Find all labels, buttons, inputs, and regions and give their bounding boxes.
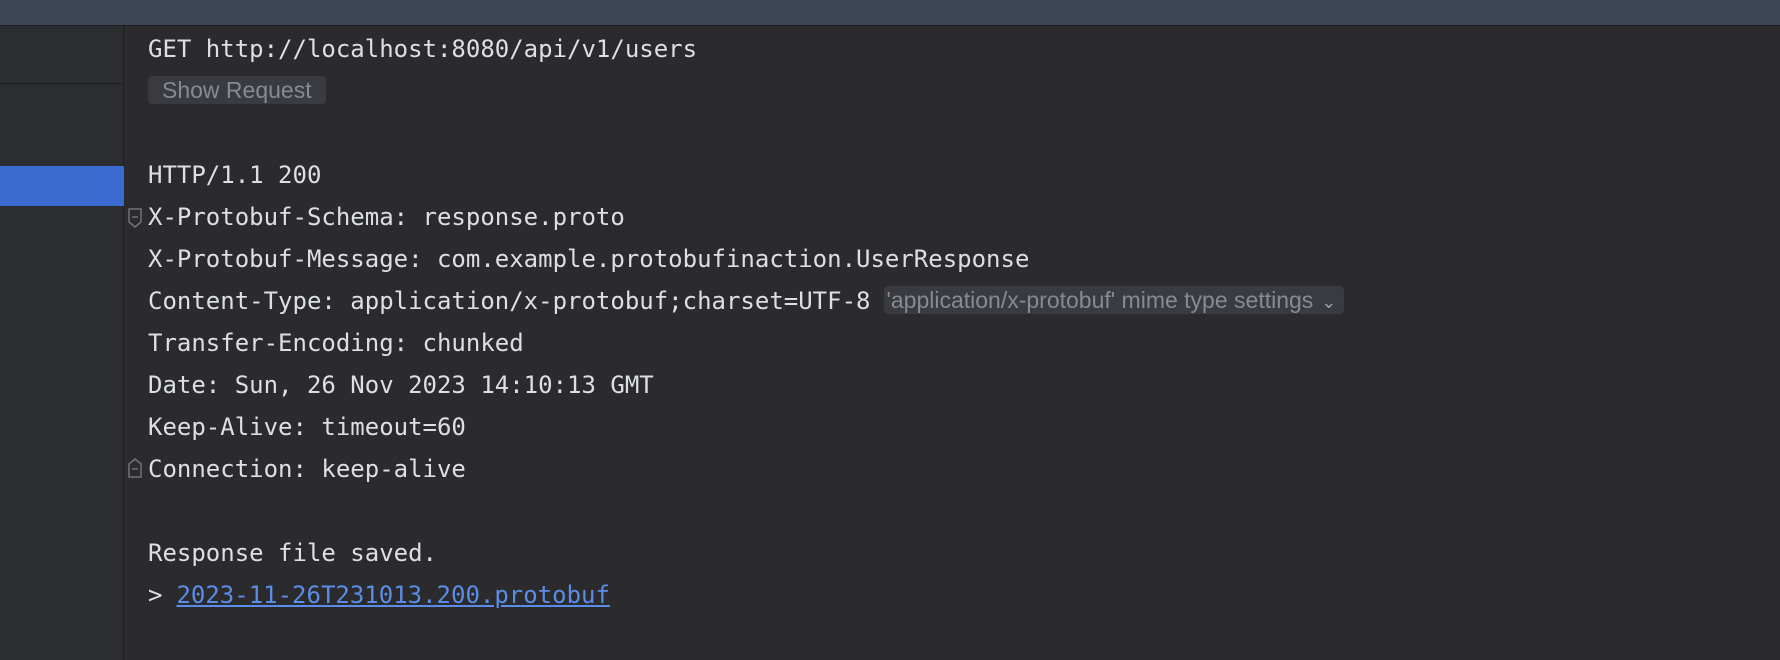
header-transfer-encoding: Transfer-Encoding: chunked — [148, 329, 524, 357]
header-keep-alive: Keep-Alive: timeout=60 — [148, 413, 466, 441]
show-request-button[interactable]: Show Request — [148, 76, 326, 104]
header-x-protobuf-message: X-Protobuf-Message: com.example.protobuf… — [148, 245, 1030, 273]
mime-type-settings-button[interactable]: 'application/x-protobuf' mime type setti… — [884, 286, 1345, 314]
header-x-protobuf-schema: X-Protobuf-Schema: response.proto — [148, 203, 625, 231]
request-history-panel — [0, 26, 124, 660]
selected-history-item[interactable] — [0, 166, 124, 206]
response-saved-message: Response file saved. — [148, 539, 437, 567]
header-date: Date: Sun, 26 Nov 2023 14:10:13 GMT — [148, 371, 654, 399]
header-connection: Connection: keep-alive — [148, 455, 466, 483]
fold-end-icon[interactable] — [126, 457, 144, 479]
panel-divider — [0, 83, 124, 84]
mime-type-settings-label: 'application/x-protobuf' mime type setti… — [886, 287, 1314, 313]
window-title-strip — [0, 0, 1780, 26]
expand-arrow-icon[interactable]: > — [148, 581, 162, 609]
header-content-type: Content-Type: application/x-protobuf;cha… — [148, 280, 1345, 322]
saved-file-link[interactable]: 2023-11-26T231013.200.protobuf — [176, 581, 609, 609]
header-content-type-text: Content-Type: application/x-protobuf;cha… — [148, 287, 871, 315]
fold-start-icon[interactable] — [126, 207, 144, 229]
request-line: GET http://localhost:8080/api/v1/users — [148, 35, 698, 63]
chevron-down-icon: ⌄ — [1321, 292, 1337, 312]
saved-file-row: >2023-11-26T231013.200.protobuf — [148, 574, 610, 616]
status-line: HTTP/1.1 200 — [148, 161, 322, 189]
